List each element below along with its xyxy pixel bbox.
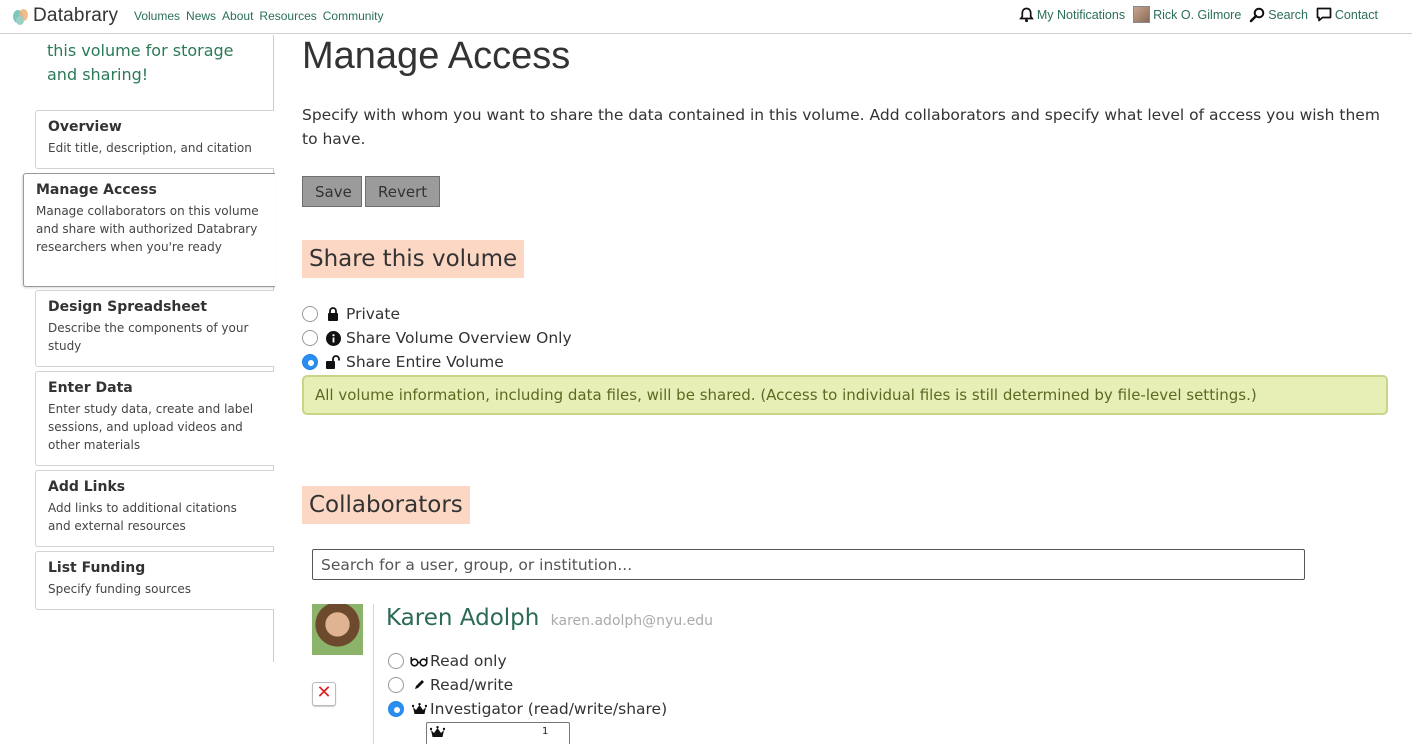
step-title: Design Spreadsheet (48, 299, 208, 315)
share-section-title: Share this volume (302, 240, 525, 278)
search-label: Search (1268, 7, 1308, 22)
step-title: Add Links (48, 479, 126, 495)
access-radio-investigator[interactable] (388, 701, 404, 717)
nav-link-news[interactable]: News (186, 9, 216, 23)
page-intro: Specify with whom you want to share the … (302, 106, 1380, 148)
share-notice: All volume information, including data f… (302, 375, 1388, 415)
crown-icon (429, 726, 446, 742)
top-navigation-bar: Databrary Volumes News About Resources C… (0, 0, 1412, 34)
share-radio-private[interactable] (302, 306, 318, 322)
step-title: Enter Data (48, 380, 133, 396)
access-option-investigator[interactable]: Investigator (read/write/share) (388, 698, 667, 720)
sidebar-step-manage-access[interactable]: Manage Access Manage collaborators on th… (23, 173, 275, 287)
chat-icon (1316, 7, 1332, 22)
share-radio-entire[interactable] (302, 354, 318, 370)
databrary-logo[interactable]: Databrary (12, 5, 118, 27)
access-level-select[interactable]: 1 (426, 722, 570, 744)
search-icon (1249, 7, 1265, 22)
nav-link-resources[interactable]: Resources (259, 9, 316, 23)
step-description: Describe the components of your study (48, 321, 249, 353)
sidebar-step-enter-data[interactable]: Enter Data Enter study data, create and … (35, 371, 274, 466)
info-icon (324, 330, 342, 346)
sidebar-step-overview[interactable]: Overview Edit title, description, and ci… (35, 110, 274, 169)
step-description: Add links to additional citations and ex… (48, 501, 237, 533)
access-level-value: 1 (542, 726, 549, 737)
logo-icon (12, 7, 30, 25)
access-option-label: Investigator (read/write/share) (430, 700, 668, 718)
pencil-icon (410, 679, 428, 691)
collaborators-section-title: Collaborators (302, 486, 470, 524)
step-title: Overview (48, 119, 122, 135)
main-nav-links: Volumes News About Resources Community (134, 9, 383, 23)
nav-link-volumes[interactable]: Volumes (134, 9, 180, 23)
sidebar-step-add-links[interactable]: Add Links Add links to additional citati… (35, 470, 274, 547)
contact-label: Contact (1334, 7, 1378, 22)
collaborators-section-header: Collaborators (302, 486, 1388, 524)
step-title: List Funding (48, 560, 146, 576)
unlock-icon (324, 355, 342, 369)
access-option-label: Read only (430, 652, 507, 670)
step-description: Enter study data, create and label sessi… (48, 402, 254, 452)
save-button[interactable]: Save (302, 176, 362, 207)
notifications-label: My Notifications (1036, 7, 1126, 22)
page-title: Manage Access (302, 35, 571, 77)
revert-button[interactable]: Revert (365, 176, 440, 207)
sidebar-step-design-spreadsheet[interactable]: Design Spreadsheet Describe the componen… (35, 290, 274, 367)
user-profile-link[interactable]: Rick O. Gilmore (1133, 6, 1241, 23)
collaborator-avatar (312, 604, 363, 655)
access-option-label: Read/write (430, 676, 514, 694)
sidebar-intro-text: this volume for storage and sharing! (47, 41, 234, 84)
notifications-link[interactable]: My Notifications (1018, 7, 1126, 23)
access-radio-read-write[interactable] (388, 677, 404, 693)
share-radio-overview[interactable] (302, 330, 318, 346)
collaborator-divider (373, 604, 374, 744)
share-option-label: Private (346, 305, 401, 323)
remove-collaborator-button[interactable]: ✕ (312, 682, 336, 706)
share-option-entire-volume[interactable]: Share Entire Volume (302, 351, 504, 373)
step-description: Edit title, description, and citation (48, 141, 252, 155)
bell-icon (1018, 7, 1034, 22)
collaborator-name[interactable]: Karen Adolph (386, 605, 539, 631)
collaborator-email: karen.adolph@nyu.edu (550, 613, 714, 629)
logo-text: Databrary (33, 5, 119, 26)
user-nav: My Notifications Rick O. Gilmore Search … (1018, 6, 1378, 23)
share-section-header: Share this volume (302, 240, 1388, 278)
collaborator-name-row: Karen Adolph karen.adolph@nyu.edu (386, 605, 713, 631)
volume-edit-sidebar: this volume for storage and sharing! Ove… (0, 35, 275, 662)
share-option-private[interactable]: Private (302, 303, 400, 325)
step-title: Manage Access (36, 182, 157, 198)
nav-link-community[interactable]: Community (323, 9, 384, 23)
user-name: Rick O. Gilmore (1153, 7, 1242, 22)
collaborator-search-input[interactable] (312, 549, 1305, 580)
access-option-read-only[interactable]: Read only (388, 650, 507, 672)
nav-link-about[interactable]: About (222, 9, 253, 23)
lock-icon (324, 307, 342, 321)
access-radio-read-only[interactable] (388, 653, 404, 669)
crown-icon (410, 702, 428, 716)
search-link[interactable]: Search (1249, 7, 1308, 23)
share-option-label: Share Volume Overview Only (346, 329, 572, 347)
step-description: Specify funding sources (48, 582, 192, 596)
sidebar-step-list-funding[interactable]: List Funding Specify funding sources (35, 551, 274, 610)
glasses-icon (410, 655, 428, 667)
share-option-label: Share Entire Volume (346, 353, 504, 371)
user-avatar (1133, 6, 1151, 23)
access-option-read-write[interactable]: Read/write (388, 674, 513, 696)
step-description: Manage collaborators on this volume and … (36, 204, 259, 254)
share-option-overview-only[interactable]: Share Volume Overview Only (302, 327, 572, 349)
contact-link[interactable]: Contact (1316, 7, 1378, 22)
